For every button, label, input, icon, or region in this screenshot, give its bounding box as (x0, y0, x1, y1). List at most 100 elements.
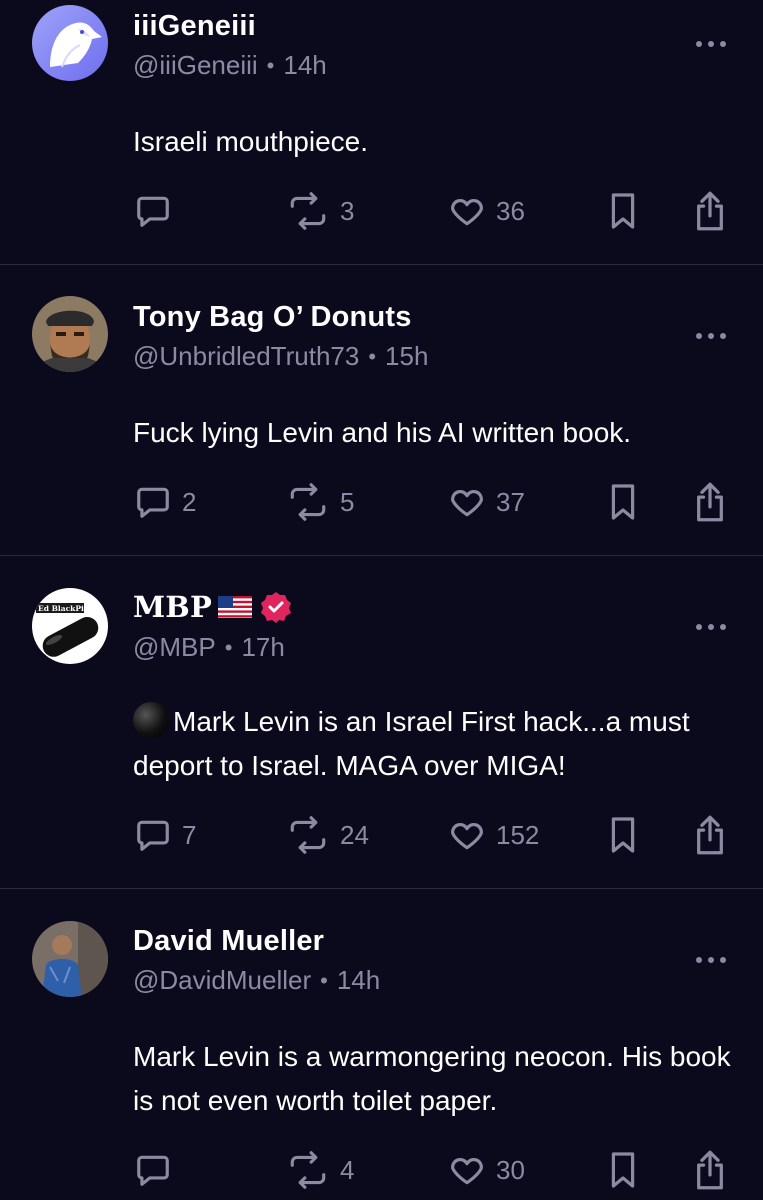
reply-button[interactable] (134, 1147, 182, 1193)
post[interactable]: Tony Bag O’ Donuts @UnbridledTruth73 • 1… (0, 265, 763, 556)
reply-count: 2 (182, 486, 197, 517)
more-options-icon[interactable] (694, 331, 728, 341)
action-bar: 4 30 (0, 1147, 763, 1193)
like-button[interactable]: 36 (448, 188, 525, 234)
repost-icon (290, 1151, 326, 1189)
bookmark-button[interactable] (607, 188, 639, 234)
like-button[interactable]: 152 (448, 812, 539, 858)
timestamp[interactable]: 14h (283, 50, 326, 81)
post[interactable]: David Mueller @DavidMueller • 14h Mark L… (0, 889, 763, 1200)
bookmark-icon (611, 193, 635, 229)
heart-icon (451, 198, 483, 226)
display-name[interactable]: Tony Bag O’ Donuts (133, 301, 412, 334)
man-photo-avatar-icon (32, 921, 108, 997)
action-bar: 7 24 152 (0, 812, 763, 858)
more-options-icon[interactable] (694, 955, 728, 965)
bookmark-button[interactable] (607, 812, 639, 858)
reply-icon (137, 196, 169, 227)
avatar[interactable] (32, 296, 108, 372)
like-count: 30 (496, 1154, 525, 1185)
share-button[interactable] (692, 479, 728, 525)
bookmark-icon (611, 1152, 635, 1188)
like-count: 152 (496, 819, 540, 850)
share-icon (697, 815, 723, 855)
repost-count: 5 (340, 486, 355, 517)
author-name-row: iiiGeneiii (133, 10, 256, 43)
eagle-avatar-icon (32, 5, 108, 81)
display-name[interactable]: iiiGeneiii (133, 10, 256, 43)
reply-button[interactable] (134, 188, 182, 234)
repost-button[interactable]: 5 (286, 479, 354, 525)
reply-icon (137, 487, 169, 518)
avatar[interactable]: Ed BlackPill (32, 588, 108, 664)
share-button[interactable] (692, 188, 728, 234)
reply-icon (137, 1155, 169, 1186)
like-button[interactable]: 37 (448, 479, 525, 525)
action-bar: 2 5 37 (0, 479, 763, 525)
post-meta: @iiiGeneiii • 14h (133, 50, 327, 81)
timestamp[interactable]: 14h (337, 965, 380, 996)
reply-count: 7 (182, 819, 197, 850)
bookmark-button[interactable] (607, 479, 639, 525)
handle[interactable]: @DavidMueller (133, 965, 311, 996)
share-icon (697, 482, 723, 522)
post-meta: @DavidMueller • 14h (133, 965, 380, 996)
timestamp[interactable]: 17h (241, 632, 284, 663)
display-name[interactable]: MBP (133, 590, 212, 624)
like-count: 37 (496, 486, 525, 517)
post[interactable]: Ed BlackPill MBP @MBP • 17h Mark Levin i… (0, 556, 763, 889)
avatar[interactable] (32, 5, 108, 81)
more-options-icon[interactable] (694, 39, 728, 49)
action-bar: 3 36 (0, 188, 763, 234)
repost-count: 3 (340, 195, 355, 226)
heart-icon (451, 489, 483, 517)
reply-button[interactable]: 2 (134, 479, 196, 525)
like-count: 36 (496, 195, 525, 226)
verified-badge-icon (261, 592, 292, 623)
author-name-row: MBP (133, 590, 292, 624)
bookmark-icon (611, 817, 635, 853)
repost-button[interactable]: 24 (286, 812, 369, 858)
like-button[interactable]: 30 (448, 1147, 525, 1193)
repost-button[interactable]: 4 (286, 1147, 354, 1193)
repost-icon (290, 192, 326, 230)
repost-icon (290, 483, 326, 521)
heart-icon (451, 1157, 483, 1185)
avatar[interactable] (32, 921, 108, 997)
reply-icon (137, 820, 169, 851)
meta-separator: • (368, 343, 377, 369)
black-circle-emoji-icon (133, 702, 169, 738)
handle[interactable]: @iiiGeneiii (133, 50, 258, 81)
author-name-row: David Mueller (133, 925, 324, 958)
handle[interactable]: @MBP (133, 632, 216, 663)
post-meta: @MBP • 17h (133, 632, 285, 663)
display-name[interactable]: David Mueller (133, 925, 324, 958)
reply-button[interactable]: 7 (134, 812, 196, 858)
repost-icon (290, 816, 326, 854)
repost-count: 24 (340, 819, 369, 850)
handle[interactable]: @UnbridledTruth73 (133, 341, 359, 372)
post-meta: @UnbridledTruth73 • 15h (133, 341, 428, 372)
post-text: Mark Levin is a warmongering neocon. His… (133, 1041, 739, 1116)
us-flag-icon (218, 596, 253, 618)
share-icon (697, 1150, 723, 1190)
post-text: Fuck lying Levin and his AI written book… (133, 417, 632, 448)
bearded-man-avatar-icon (32, 296, 108, 372)
meta-separator: • (320, 967, 328, 993)
more-options-icon[interactable] (694, 622, 728, 632)
bookmark-button[interactable] (607, 1147, 639, 1193)
timestamp[interactable]: 15h (385, 341, 428, 372)
post-text: Mark Levin is an Israel First hack...a m… (133, 700, 743, 788)
post-text: Israeli mouthpiece. (133, 126, 369, 157)
meta-separator: • (224, 634, 233, 660)
repost-count: 4 (340, 1154, 355, 1185)
repost-button[interactable]: 3 (286, 188, 354, 234)
post[interactable]: iiiGeneiii @iiiGeneiii • 14h Israeli mou… (0, 0, 763, 265)
share-icon (697, 191, 723, 231)
meta-separator: • (266, 52, 275, 78)
share-button[interactable] (692, 1147, 728, 1193)
black-pill-avatar-icon: Ed BlackPill (32, 588, 108, 664)
bookmark-icon (611, 484, 635, 520)
author-name-row: Tony Bag O’ Donuts (133, 301, 412, 334)
share-button[interactable] (692, 812, 728, 858)
